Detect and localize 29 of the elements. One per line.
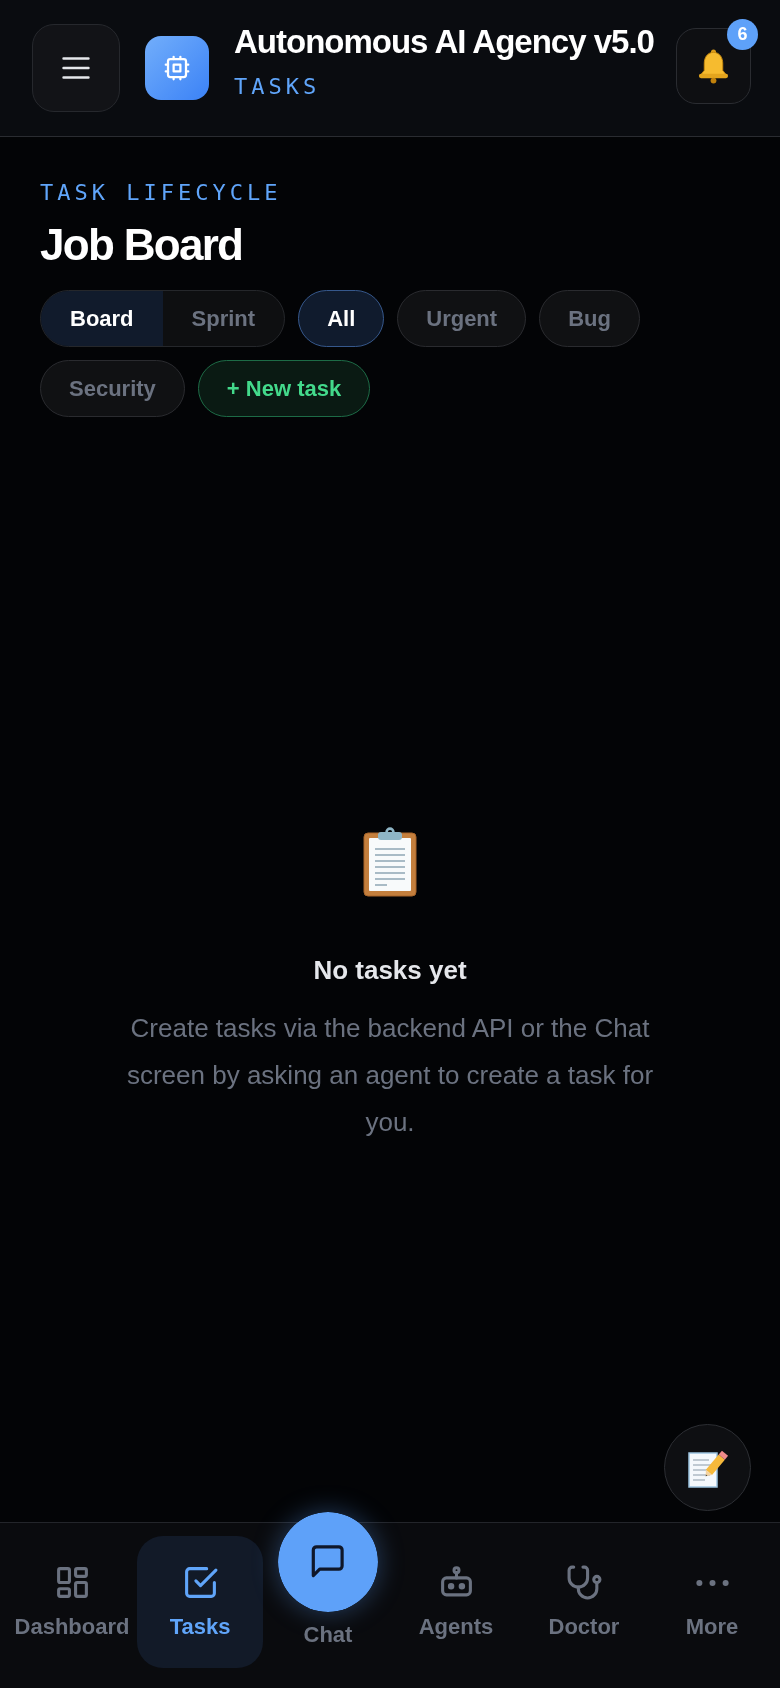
nav-tab[interactable]: Chat: [265, 1512, 391, 1647]
nav-tab[interactable]: Dashboard: [9, 1536, 135, 1668]
view-tab[interactable]: Board: [41, 291, 163, 346]
view-tab[interactable]: Sprint: [162, 291, 285, 346]
empty-state-message: Create tasks via the backend API or the Chat screen by asking an agent to create a task for you.: [125, 1012, 655, 1139]
more-icon: [695, 1579, 729, 1586]
page-eyebrow: TASK LIFECYCLE: [40, 180, 282, 206]
bell-icon: [696, 48, 731, 84]
notifications-button[interactable]: [676, 28, 751, 104]
page-title: Job Board: [40, 220, 243, 270]
section-label: TASKS: [234, 73, 321, 100]
nav-tab[interactable]: Doctor: [521, 1536, 647, 1668]
chip-icon: [145, 36, 209, 100]
filter-chip[interactable]: Security: [40, 360, 185, 417]
filter-chip[interactable]: Bug: [539, 290, 640, 347]
stethoscope-icon: [565, 1564, 603, 1601]
filter-chip[interactable]: All: [298, 290, 385, 347]
filter-chip[interactable]: Urgent: [397, 290, 527, 347]
nav-tab[interactable]: Tasks: [137, 1536, 263, 1668]
empty-state-title: No tasks yet: [313, 955, 467, 986]
notification-badge: 6: [727, 19, 758, 50]
app-title: Autonomous AI Agency v5.0: [234, 22, 654, 61]
menu-button[interactable]: [32, 24, 120, 112]
chat-bubble-icon: [278, 1512, 378, 1612]
nav-tab[interactable]: Agents: [393, 1536, 519, 1668]
menu-icon: [62, 57, 90, 79]
nav-tab[interactable]: More: [649, 1536, 775, 1668]
clipboard-icon: [363, 827, 417, 897]
new-task-button[interactable]: + New task: [197, 360, 371, 417]
